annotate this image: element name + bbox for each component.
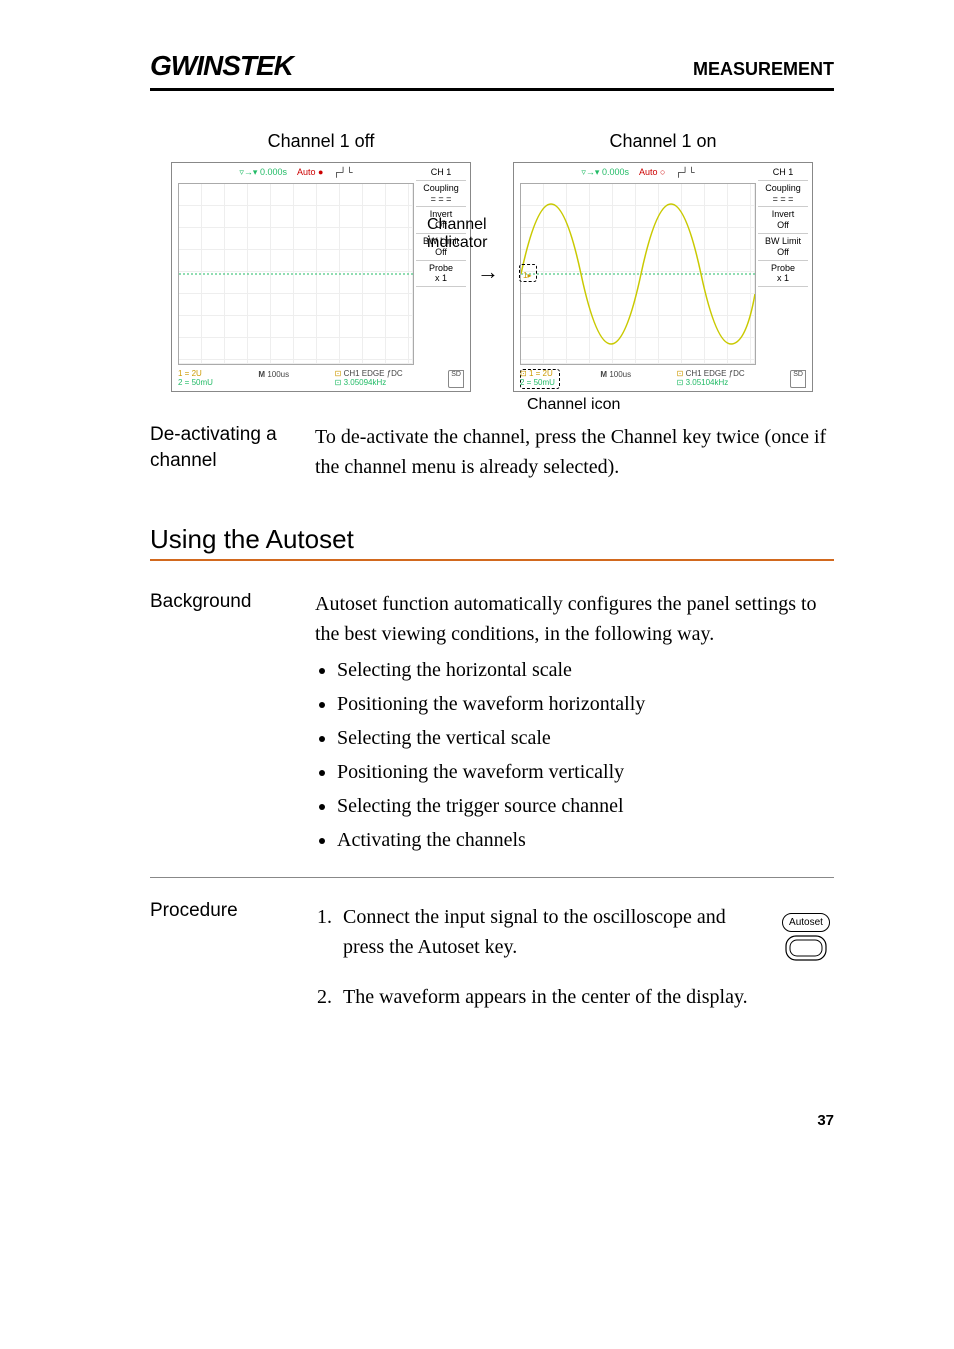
sine-wave: 1▸ — [521, 184, 755, 364]
list-item: Selecting the trigger source channel — [337, 791, 834, 821]
scope-top-bar: ▿→▾ 0.000s Auto ○ ┌┘└ — [520, 167, 756, 178]
list-item: Activating the channels — [337, 825, 834, 855]
scope-grid: 1▸ — [520, 183, 756, 365]
section-heading: Using the Autoset — [150, 524, 834, 561]
key-icon — [784, 934, 828, 962]
page-heading: MEASUREMENT — [693, 59, 834, 80]
sd-card-icon: SD — [790, 370, 806, 388]
block-content: Autoset function automatically configure… — [315, 589, 834, 861]
autoset-key-figure: Autoset — [778, 904, 834, 962]
step-text: Connect the input signal to the oscillos… — [343, 906, 726, 958]
list-item: Positioning the waveform horizontally — [337, 689, 834, 719]
figure-channel-off: Channel 1 off ▿→▾ 0.000s Auto ● ┌┘└ CH 1… — [171, 131, 471, 392]
callout-channel-indicator: Channelindicator — [427, 216, 487, 251]
block-procedure: Procedure Autoset Connect the input sign… — [150, 898, 834, 1032]
block-label: Background — [150, 589, 315, 615]
key-label: Autoset — [782, 913, 830, 932]
procedure-list: Autoset Connect the input signal to the … — [315, 902, 834, 1012]
block-background: Background Autoset function automaticall… — [150, 589, 834, 861]
flat-line — [179, 184, 413, 364]
scope-display-on: ▿→▾ 0.000s Auto ○ ┌┘└ 1▸ CH 1 Coupling= … — [513, 162, 813, 392]
brand-logo: GWINSTEK — [150, 50, 293, 82]
figure-title: Channel 1 on — [609, 131, 716, 152]
scope-display-off: ▿→▾ 0.000s Auto ● ┌┘└ CH 1 Coupling= = =… — [171, 162, 471, 392]
scope-top-bar: ▿→▾ 0.000s Auto ● ┌┘└ — [178, 167, 414, 178]
scope-side-menu: CH 1 Coupling= = = InvertOff BW LimitOff… — [758, 165, 808, 287]
block-label: De-activating a channel — [150, 422, 315, 473]
list-item: Selecting the vertical scale — [337, 723, 834, 753]
callout-channel-icon: Channel icon — [527, 396, 620, 414]
scope-grid — [178, 183, 414, 365]
page-number: 37 — [150, 1112, 834, 1129]
background-intro: Autoset function automatically configure… — [315, 589, 834, 649]
sd-card-icon: SD — [448, 370, 464, 388]
list-item: The waveform appears in the center of th… — [337, 982, 834, 1012]
list-item: Selecting the horizontal scale — [337, 655, 834, 685]
scope-status-bar: ⊡ 1 = 2U 2 = 50mU M 100us ⊡ CH1 EDGE ƒDC… — [520, 370, 806, 388]
divider — [150, 877, 834, 878]
figure-row: Channel 1 off ▿→▾ 0.000s Auto ● ┌┘└ CH 1… — [150, 131, 834, 392]
block-content: Autoset Connect the input signal to the … — [315, 898, 834, 1032]
page-header: GWINSTEK MEASUREMENT — [150, 50, 834, 91]
arrow-icon: → — [477, 259, 499, 285]
scope-status-bar: 1 = 2U 2 = 50mU M 100us ⊡ CH1 EDGE ƒDC ⊡… — [178, 370, 464, 388]
block-label: Procedure — [150, 898, 315, 924]
list-item: Autoset Connect the input signal to the … — [337, 902, 834, 962]
list-item: Positioning the waveform vertically — [337, 757, 834, 787]
figure-channel-on: Channel 1 on → Channelindicator ▿→▾ 0.00… — [513, 131, 813, 392]
callout-box — [519, 264, 537, 282]
figure-title: Channel 1 off — [268, 131, 375, 152]
block-deactivate: De-activating a channel To de-activate t… — [150, 422, 834, 482]
block-text: To de-activate the channel, press the Ch… — [315, 422, 834, 482]
background-list: Selecting the horizontal scale Positioni… — [315, 655, 834, 855]
